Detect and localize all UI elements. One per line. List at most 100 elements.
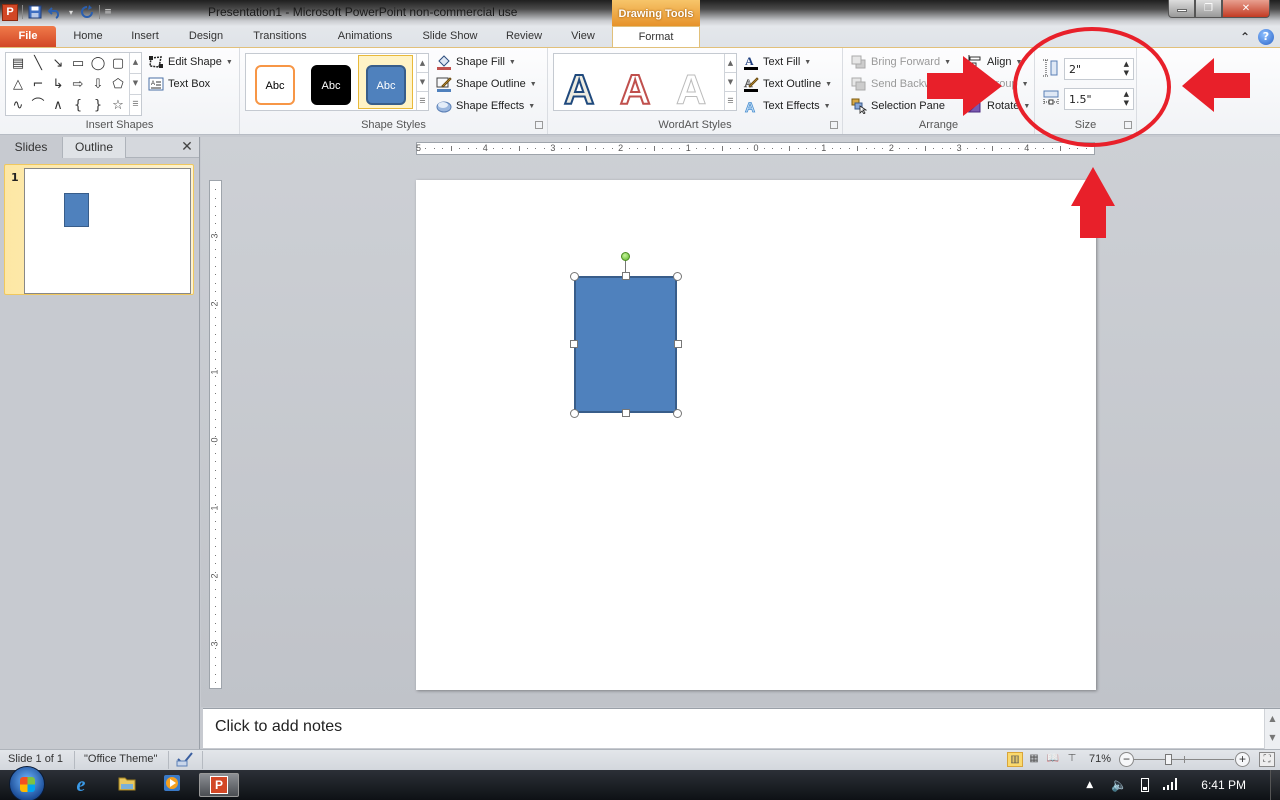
start-button[interactable] (9, 766, 45, 800)
edit-shape-button[interactable]: Edit Shape ▼ (148, 54, 233, 70)
spell-check-icon[interactable] (176, 751, 194, 770)
taskbar-clock[interactable]: 6:41 PM (1201, 778, 1246, 792)
wordart-style-option[interactable]: A (675, 66, 706, 114)
rotate-button[interactable]: Rotate ▼ (967, 98, 1030, 114)
shape-option-icon[interactable]: } (88, 95, 108, 116)
customize-qat-icon[interactable]: ≡ (104, 4, 112, 20)
shape-option-icon[interactable]: ↘ (48, 53, 68, 74)
resize-handle-top-right[interactable] (673, 272, 682, 281)
shape-option-icon[interactable]: ∧ (48, 95, 68, 116)
network-signal-icon[interactable] (1163, 777, 1179, 793)
zoom-in-button[interactable]: + (1235, 752, 1250, 767)
tab-animations[interactable]: Animations (330, 26, 400, 47)
resize-handle-right[interactable] (674, 340, 682, 348)
shape-styles-dialog-launcher[interactable] (535, 121, 543, 129)
scroll-up-icon[interactable]: ▲ (1265, 714, 1280, 723)
shape-option-icon[interactable]: ☆ (108, 95, 128, 116)
notes-scrollbar[interactable]: ▲ ▼ (1264, 709, 1280, 749)
wordart-style-option[interactable]: A (563, 65, 595, 114)
slide-thumbnail[interactable] (24, 168, 191, 294)
gallery-more-icon[interactable]: ☰ (130, 95, 141, 115)
notes-placeholder[interactable]: Click to add notes (215, 718, 342, 736)
gallery-more-icon[interactable]: ☰ (725, 92, 736, 110)
wordart-styles-dialog-launcher[interactable] (830, 121, 838, 129)
send-backward-button[interactable]: Send Backward (851, 76, 948, 92)
wordart-style-option[interactable]: A (619, 65, 651, 114)
slide-canvas[interactable] (416, 180, 1096, 690)
save-icon[interactable] (27, 4, 43, 20)
undo-icon[interactable] (47, 4, 63, 20)
normal-view-button[interactable]: ▥ (1007, 752, 1023, 767)
volume-icon[interactable]: 🔈 (1111, 778, 1127, 793)
rotation-handle[interactable] (621, 252, 630, 261)
minimize-button[interactable] (1168, 0, 1195, 18)
gallery-down-icon[interactable]: ▼ (130, 74, 141, 95)
align-button[interactable]: Align ▼ (967, 54, 1022, 70)
tab-insert[interactable]: Insert (124, 26, 166, 47)
zoom-out-button[interactable]: − (1119, 752, 1134, 767)
shape-option-icon[interactable]: ⇩ (88, 74, 108, 95)
undo-dropdown-icon[interactable]: ▾ (67, 4, 75, 20)
shape-option-icon[interactable]: ◯ (88, 53, 108, 74)
tab-view[interactable]: View (564, 26, 602, 47)
help-icon[interactable]: ? (1258, 29, 1274, 45)
show-hidden-icons-icon[interactable]: ▲ (1086, 780, 1093, 790)
selection-pane-button[interactable]: Selection Pane (851, 98, 945, 114)
close-button[interactable]: ✕ (1222, 0, 1270, 18)
rectangle-shape[interactable] (574, 276, 677, 413)
gallery-down-icon[interactable]: ▼ (417, 73, 428, 92)
slideshow-view-button[interactable]: ⊤ (1064, 752, 1080, 767)
shape-height-spinner[interactable]: ▲ ▼ (1124, 60, 1129, 78)
tab-transitions[interactable]: Transitions (246, 26, 314, 47)
shape-style-swatch[interactable]: Abc (255, 65, 295, 105)
shape-option-icon[interactable]: ▭ (68, 53, 88, 74)
battery-icon[interactable] (1141, 778, 1150, 792)
slide-sorter-view-button[interactable]: ▦ (1026, 752, 1042, 767)
restore-button[interactable]: ❐ (1195, 0, 1222, 18)
taskbar-powerpoint[interactable]: P (199, 773, 239, 797)
shape-width-spinner[interactable]: ▲ ▼ (1124, 90, 1129, 108)
show-desktop-button[interactable] (1270, 770, 1280, 800)
shape-option-icon[interactable]: ▢ (108, 53, 128, 74)
close-pane-icon[interactable]: ✕ (175, 137, 199, 157)
shape-option-icon[interactable]: ╲ (28, 53, 48, 74)
taskbar-internet-explorer[interactable]: e (68, 773, 94, 797)
tab-format[interactable]: Format (612, 26, 700, 47)
shape-option-icon[interactable]: ⬠ (108, 74, 128, 95)
resize-handle-bottom-left[interactable] (570, 409, 579, 418)
text-box-button[interactable]: A Text Box (148, 76, 210, 92)
text-fill-button[interactable]: A Text Fill ▼ (743, 54, 811, 70)
tab-outline[interactable]: Outline (62, 137, 126, 158)
gallery-up-icon[interactable]: ▲ (417, 54, 428, 73)
zoom-slider[interactable] (1134, 754, 1234, 765)
reading-view-button[interactable]: 📖 (1045, 752, 1061, 767)
shape-option-icon[interactable]: ⌐ (28, 74, 48, 95)
tab-slides[interactable]: Slides (0, 137, 62, 158)
group-button[interactable]: Group ▼ (967, 76, 1029, 92)
zoom-slider-thumb[interactable] (1164, 754, 1172, 765)
shape-width-input[interactable]: 1.5" ▲ ▼ (1064, 88, 1134, 110)
shape-effects-button[interactable]: Shape Effects ▼ (436, 98, 535, 114)
shape-height-input[interactable]: 2" ▲ ▼ (1064, 58, 1134, 80)
shape-option-icon[interactable]: ∿ (8, 95, 28, 116)
shape-option-icon[interactable]: { (68, 95, 88, 116)
slide-thumbnail-item[interactable]: 1 (4, 164, 194, 295)
zoom-level[interactable]: 71% (1089, 753, 1111, 765)
fit-to-window-button[interactable]: ⛶ (1259, 752, 1275, 767)
resize-handle-bottom[interactable] (622, 409, 630, 417)
redo-icon[interactable] (79, 4, 95, 20)
shape-style-swatch-selected[interactable]: Abc (366, 65, 406, 105)
text-outline-button[interactable]: A Text Outline ▼ (743, 76, 832, 92)
text-effects-button[interactable]: A Text Effects ▼ (743, 98, 831, 114)
shape-option-icon[interactable]: △ (8, 74, 28, 95)
notes-pane[interactable]: Click to add notes ▲ ▼ (203, 708, 1280, 749)
powerpoint-app-icon[interactable]: P (2, 3, 18, 21)
resize-handle-bottom-right[interactable] (673, 409, 682, 418)
shape-option-icon[interactable]: ⌒ (28, 95, 48, 116)
shape-option-icon[interactable]: ⇨ (68, 74, 88, 95)
resize-handle-top-left[interactable] (570, 272, 579, 281)
resize-handle-top[interactable] (622, 272, 630, 280)
tab-review[interactable]: Review (500, 26, 548, 47)
gallery-up-icon[interactable]: ▲ (725, 54, 736, 73)
resize-handle-left[interactable] (570, 340, 578, 348)
